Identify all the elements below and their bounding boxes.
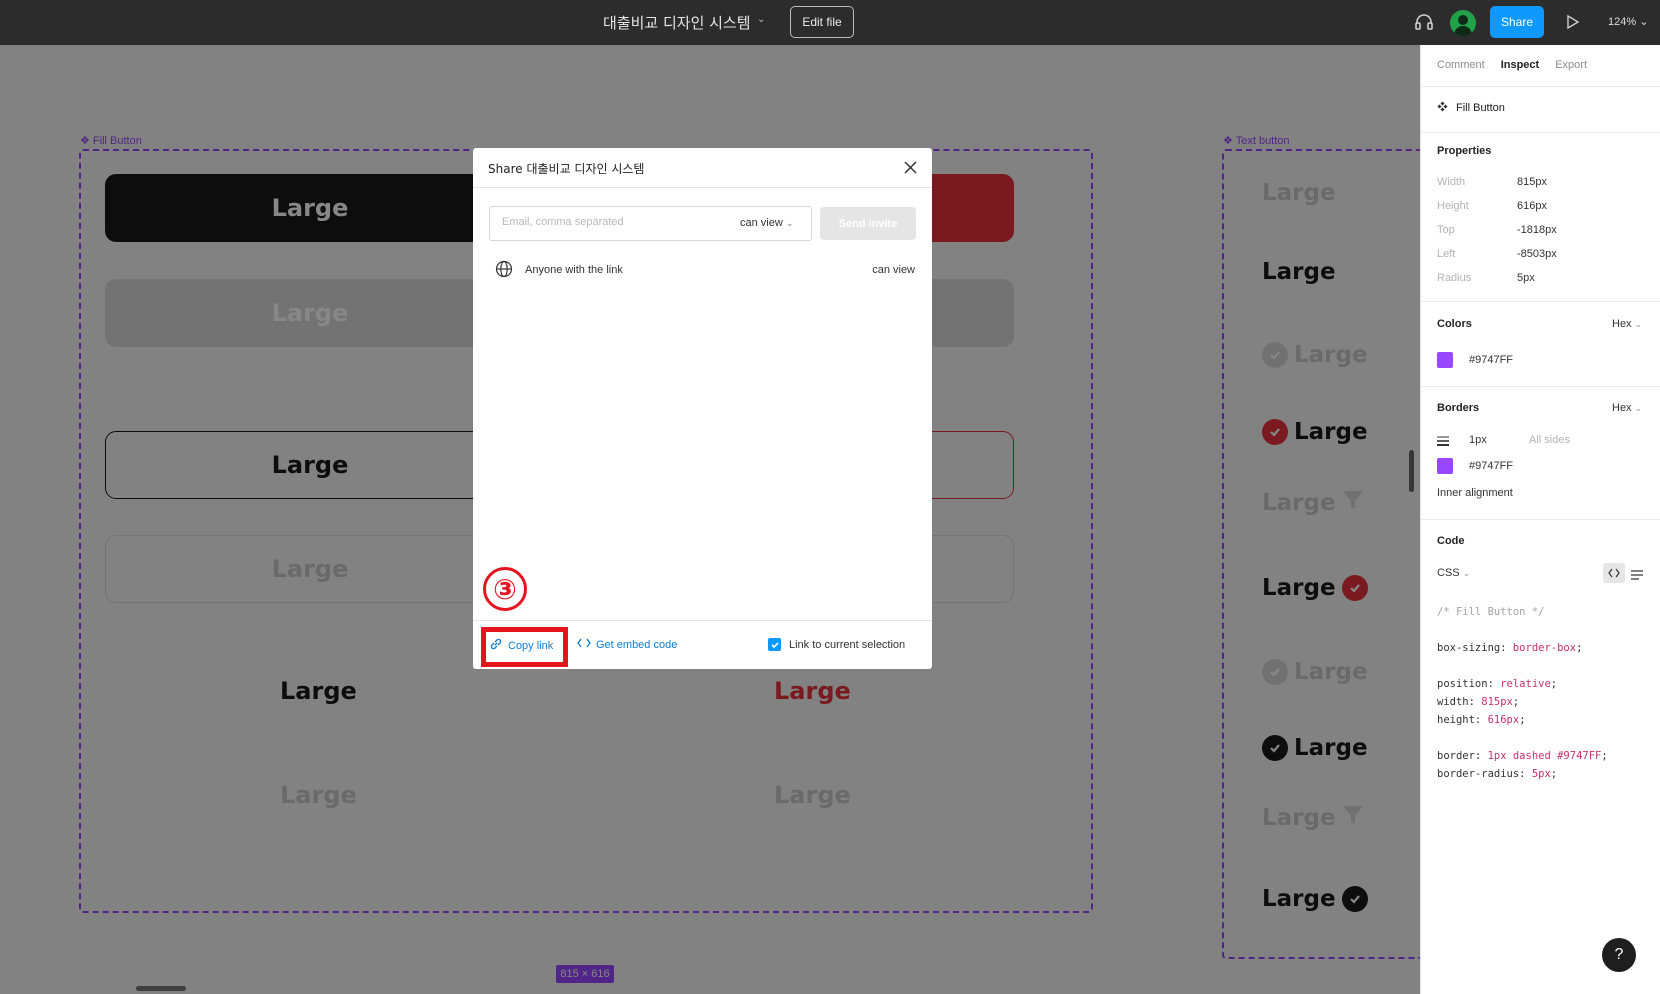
divider (1421, 86, 1660, 87)
email-input[interactable] (502, 216, 722, 228)
link-access-label: Anyone with the link (525, 264, 623, 276)
border-format-select[interactable]: Hex ⌄ (1612, 402, 1642, 414)
component-icon (1437, 101, 1448, 115)
code-icon (577, 637, 591, 652)
zoom-level[interactable]: 124% ⌄ (1608, 15, 1648, 28)
divider (1421, 132, 1660, 133)
color-format-select[interactable]: Hex ⌄ (1612, 318, 1642, 330)
link-permission-select[interactable]: can view (872, 264, 915, 276)
borders-title: Borders (1437, 402, 1480, 414)
color-swatch[interactable] (1437, 352, 1453, 368)
border-width: 1px (1469, 434, 1487, 446)
share-dialog: Share 대출비교 디자인 시스템 can view ⌄ Send invit… (473, 148, 932, 669)
divider (1421, 301, 1660, 302)
code-line: border-radius: 5px; (1437, 768, 1558, 780)
chevron-down-icon[interactable]: ⌄ (757, 14, 765, 25)
code-line: height: 616px; (1437, 714, 1526, 726)
border-color-swatch[interactable] (1437, 458, 1453, 474)
divider (1421, 386, 1660, 387)
close-icon[interactable] (903, 160, 918, 180)
code-view-icon[interactable] (1603, 563, 1625, 583)
selected-layer: Fill Button (1437, 101, 1505, 115)
dialog-header: Share 대출비교 디자인 시스템 (473, 148, 932, 188)
code-line: width: 815px; (1437, 696, 1520, 708)
colors-title: Colors (1437, 318, 1472, 330)
checkbox-checked-icon[interactable] (768, 638, 781, 651)
code-line: border: 1px dashed #9747FF; (1437, 750, 1608, 762)
tab-comment[interactable]: Comment (1437, 59, 1485, 71)
code-comment: /* Fill Button */ (1437, 606, 1545, 618)
help-button[interactable]: ? (1602, 938, 1636, 972)
inspect-panel: Comment Inspect Export Fill Button Prope… (1420, 45, 1660, 994)
code-line: position: relative; (1437, 678, 1558, 690)
tab-inspect[interactable]: Inspect (1501, 59, 1540, 71)
avatar[interactable] (1450, 10, 1476, 36)
step-number-badge: ③ (483, 567, 527, 611)
headphones-icon[interactable] (1414, 12, 1434, 37)
code-title: Code (1437, 535, 1465, 547)
code-language-select[interactable]: CSS ⌄ (1437, 567, 1470, 579)
edit-file-button[interactable]: Edit file (790, 6, 854, 38)
embed-code-button[interactable]: Get embed code (577, 637, 677, 652)
dialog-title: Share 대출비교 디자인 시스템 (488, 162, 645, 176)
permission-select[interactable]: can view ⌄ (740, 217, 793, 229)
link-selection-checkbox[interactable]: Link to current selection (768, 638, 905, 651)
email-field[interactable]: can view ⌄ (489, 206, 812, 241)
document-title[interactable]: 대출비교 디자인 시스템 (603, 12, 751, 33)
annotation-highlight (481, 627, 568, 667)
border-sides: All sides (1529, 434, 1570, 446)
tab-export[interactable]: Export (1555, 59, 1587, 71)
divider (1421, 519, 1660, 520)
share-button[interactable]: Share (1490, 6, 1544, 38)
color-value[interactable]: #9747FF (1469, 354, 1513, 366)
properties-title: Properties (1437, 145, 1492, 157)
border-color-value[interactable]: #9747FF (1469, 460, 1513, 472)
panel-tabs: Comment Inspect Export (1437, 59, 1587, 71)
border-weight-icon (1437, 434, 1449, 452)
list-view-icon[interactable] (1631, 567, 1643, 585)
top-bar: 대출비교 디자인 시스템 ⌄ Edit file Share 124% ⌄ (0, 0, 1660, 45)
play-icon[interactable] (1566, 14, 1580, 35)
send-invite-button[interactable]: Send invite (820, 207, 916, 240)
link-access-row: Anyone with the link can view (495, 260, 915, 280)
code-line: box-sizing: border-box; (1437, 642, 1583, 654)
inner-alignment: Inner alignment (1437, 487, 1513, 499)
globe-icon (495, 260, 513, 283)
